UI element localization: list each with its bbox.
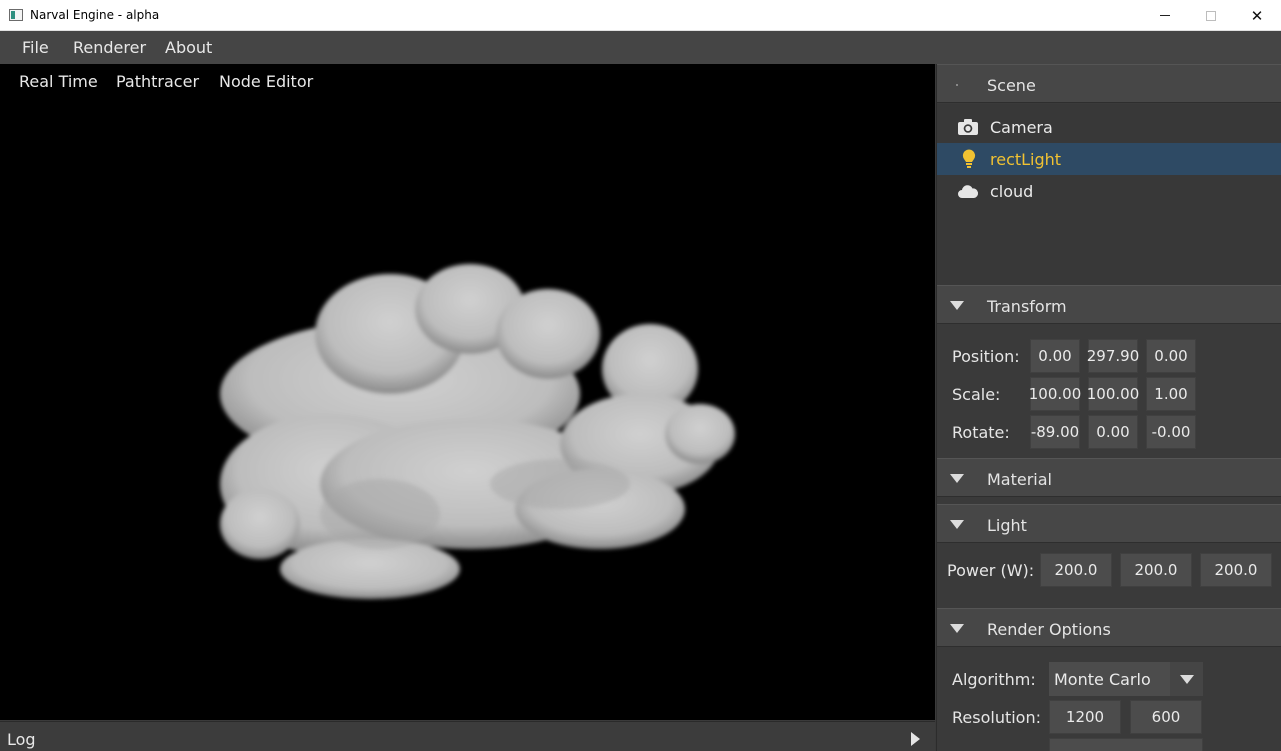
maximize-button[interactable] bbox=[1188, 0, 1234, 31]
light-header[interactable]: Light bbox=[937, 504, 1281, 543]
rotate-x-field[interactable]: -89.00 bbox=[1030, 415, 1080, 449]
scene-item-rectlight[interactable]: rectLight bbox=[937, 143, 1281, 175]
log-bar[interactable]: Log bbox=[0, 721, 935, 751]
close-button[interactable]: ✕ bbox=[1234, 0, 1280, 31]
scale-y-field[interactable]: 100.00 bbox=[1087, 377, 1139, 411]
material-header-label: Material bbox=[987, 470, 1052, 489]
properties-panel: Scene Camera rectLight cloud Transform P… bbox=[936, 64, 1281, 751]
tab-real-time[interactable]: Real Time bbox=[19, 72, 98, 91]
power-label: Power (W): bbox=[947, 561, 1035, 580]
rotate-z-field[interactable]: -0.00 bbox=[1146, 415, 1196, 449]
position-z-field[interactable]: 0.00 bbox=[1146, 339, 1196, 373]
minimize-button[interactable] bbox=[1142, 0, 1188, 31]
menu-renderer[interactable]: Renderer bbox=[73, 38, 146, 57]
expand-log-icon[interactable] bbox=[911, 732, 920, 746]
algorithm-label: Algorithm: bbox=[952, 670, 1036, 689]
resolution-label: Resolution: bbox=[952, 708, 1041, 727]
collapse-arrow-icon bbox=[950, 474, 964, 483]
menu-file[interactable]: File bbox=[22, 38, 49, 57]
position-label: Position: bbox=[952, 347, 1020, 366]
scene-header[interactable]: Scene bbox=[937, 64, 1281, 103]
position-x-field[interactable]: 0.00 bbox=[1030, 339, 1080, 373]
cloud-icon bbox=[958, 185, 979, 198]
scale-x-field[interactable]: 100.00 bbox=[1029, 377, 1081, 411]
menu-bar: File Renderer About bbox=[0, 31, 1281, 64]
collapse-arrow-icon bbox=[950, 624, 964, 633]
log-label: Log bbox=[7, 730, 36, 749]
resolution-height-field[interactable]: 600 bbox=[1130, 700, 1202, 734]
maximize-icon bbox=[1206, 10, 1216, 21]
power-b-field[interactable]: 200.0 bbox=[1200, 553, 1272, 587]
transform-header[interactable]: Transform bbox=[937, 285, 1281, 324]
render-options-header-label: Render Options bbox=[987, 620, 1111, 639]
chevron-down-icon[interactable] bbox=[1170, 662, 1203, 696]
collapse-arrow-icon bbox=[950, 301, 964, 310]
title-bar: Narval Engine - alpha ✕ bbox=[0, 0, 1281, 31]
scene-header-label: Scene bbox=[987, 76, 1036, 95]
minimize-icon bbox=[1160, 15, 1170, 16]
lightbulb-icon bbox=[962, 149, 976, 168]
window-title: Narval Engine - alpha bbox=[30, 8, 160, 22]
algorithm-value: Monte Carlo bbox=[1054, 669, 1151, 689]
scene-item-camera[interactable]: Camera bbox=[937, 111, 1281, 143]
tab-pathtracer[interactable]: Pathtracer bbox=[116, 72, 199, 91]
collapse-dot-icon bbox=[956, 84, 958, 86]
power-r-field[interactable]: 200.0 bbox=[1040, 553, 1112, 587]
transform-header-label: Transform bbox=[987, 297, 1067, 316]
menu-about[interactable]: About bbox=[165, 38, 212, 57]
collapse-arrow-icon bbox=[950, 520, 964, 529]
tab-node-editor[interactable]: Node Editor bbox=[219, 72, 313, 91]
scene-list: Camera rectLight cloud bbox=[937, 104, 1281, 294]
rotate-y-field[interactable]: 0.00 bbox=[1088, 415, 1138, 449]
resolution-width-field[interactable]: 1200 bbox=[1049, 700, 1121, 734]
close-icon: ✕ bbox=[1250, 7, 1264, 25]
material-header[interactable]: Material bbox=[937, 458, 1281, 497]
scale-z-field[interactable]: 1.00 bbox=[1146, 377, 1196, 411]
cloud-render bbox=[220, 264, 735, 599]
light-header-label: Light bbox=[987, 516, 1027, 535]
next-option-field[interactable] bbox=[1049, 738, 1203, 751]
scene-item-name: rectLight bbox=[990, 150, 1062, 169]
scale-label: Scale: bbox=[952, 385, 1001, 404]
scene-item-name: Camera bbox=[990, 118, 1053, 137]
algorithm-select[interactable]: Monte Carlo bbox=[1049, 662, 1203, 696]
scene-item-cloud[interactable]: cloud bbox=[937, 175, 1281, 207]
camera-icon bbox=[958, 119, 978, 135]
render-options-header[interactable]: Render Options bbox=[937, 608, 1281, 647]
power-g-field[interactable]: 200.0 bbox=[1120, 553, 1192, 587]
scene-item-name: cloud bbox=[990, 182, 1034, 201]
rotate-label: Rotate: bbox=[952, 423, 1010, 442]
position-y-field[interactable]: 297.90 bbox=[1087, 339, 1139, 373]
render-viewport[interactable]: Real Time Pathtracer Node Editor bbox=[0, 64, 935, 720]
app-icon bbox=[9, 9, 23, 21]
